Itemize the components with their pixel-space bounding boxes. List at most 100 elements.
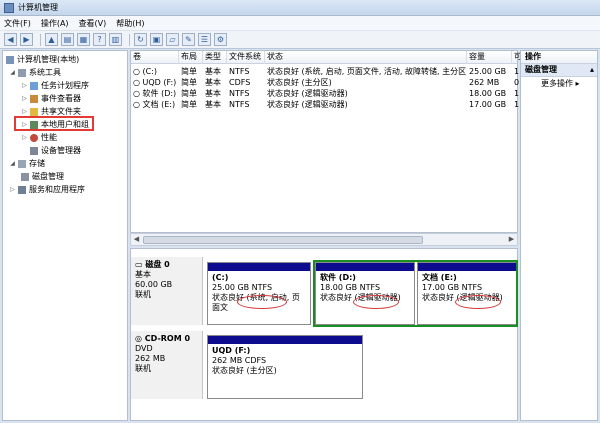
column-free[interactable]: 可	[512, 51, 522, 64]
table-row[interactable]: ○ (C:) 简单 基本 NTFS 状态良好 (系统, 启动, 页面文件, 活动…	[131, 67, 519, 77]
disk0-label[interactable]: ▭ 磁盘 0 基本 60.00 GB 联机	[131, 257, 203, 325]
toolbar-separator	[129, 33, 130, 46]
volume-list: 卷 布局 类型 文件系统 状态 容量 可 ○ (C:) 简单 基本 NTFS 状…	[130, 50, 522, 233]
event-log-icon	[30, 94, 38, 103]
cell-status: 状态良好 (主分区)	[267, 78, 332, 87]
menu-view[interactable]: 查看(V)	[79, 18, 107, 29]
tree-item-system-tools[interactable]: ◢ 系统工具	[9, 67, 61, 78]
menu-action[interactable]: 操作(A)	[41, 18, 69, 29]
tree-item-device-manager[interactable]: 设备管理器	[30, 145, 81, 156]
more-actions-link[interactable]: 更多操作 ▸	[521, 77, 597, 91]
edit-icon[interactable]: ✎	[182, 33, 195, 46]
disk0-state: 联机	[135, 290, 151, 299]
title-bar: 计算机管理	[0, 0, 600, 16]
cell-free: 0	[514, 78, 519, 87]
partition-status: 状态良好 (主分区)	[212, 366, 277, 375]
tree-root[interactable]: 计算机管理(本地)	[6, 54, 79, 65]
cell-type: 基本	[205, 100, 221, 109]
scroll-left-icon[interactable]: ◀	[132, 235, 141, 244]
horizontal-scrollbar[interactable]: ◀ ▶	[130, 233, 518, 246]
scroll-right-icon[interactable]: ▶	[507, 235, 516, 244]
table-row[interactable]: ○ UQD (F:) 简单 基本 CDFS 状态良好 (主分区) 262 MB …	[131, 78, 519, 88]
settings-icon[interactable]: ⚙	[214, 33, 227, 46]
panel-icon[interactable]: ▥	[109, 33, 122, 46]
column-capacity[interactable]: 容量	[467, 51, 512, 64]
collapse-icon[interactable]: ◢	[9, 160, 16, 167]
disk0-size: 60.00 GB	[135, 280, 173, 289]
expand-icon[interactable]: ▷	[21, 82, 28, 89]
cdrom-icon: ◎	[135, 334, 145, 343]
toolbar-separator	[40, 33, 41, 46]
column-layout[interactable]: 布局	[179, 51, 203, 64]
tree-item-services-apps[interactable]: ▷ 服务和应用程序	[9, 184, 85, 195]
selection-highlight	[313, 260, 518, 327]
help-icon[interactable]: ?	[93, 33, 106, 46]
cdrom0-label[interactable]: ◎ CD-ROM 0 DVD 262 MB 联机	[131, 331, 203, 399]
open-folder-icon[interactable]: ▱	[166, 33, 179, 46]
partition-f[interactable]: UQD (F:) 262 MB CDFS 状态良好 (主分区)	[207, 335, 363, 399]
table-row[interactable]: ○ 软件 (D:) 简单 基本 NTFS 状态良好 (逻辑驱动器) 18.00 …	[131, 89, 519, 99]
partition-size: 25.00 GB NTFS	[212, 283, 273, 292]
cell-filesystem: NTFS	[229, 67, 250, 76]
cell-type: 基本	[205, 78, 221, 87]
annotation-oval	[455, 295, 501, 309]
actions-header: 操作	[521, 51, 597, 64]
window-title: 计算机管理	[18, 3, 58, 12]
disk-icon: ▭	[135, 260, 146, 269]
expand-icon[interactable]: ▷	[9, 186, 16, 193]
tree-item-performance[interactable]: ▷ 性能	[21, 132, 57, 143]
cell-free: 1	[514, 67, 519, 76]
actions-pane: 操作 磁盘管理 ▴ 更多操作 ▸	[520, 50, 598, 421]
cell-volume: ○ (C:)	[133, 67, 158, 76]
forward-arrow-icon[interactable]: ▶	[20, 33, 33, 46]
expand-icon[interactable]: ▷	[21, 108, 28, 115]
computer-management-icon	[4, 2, 14, 13]
column-type[interactable]: 类型	[203, 51, 227, 64]
cell-capacity: 17.00 GB	[469, 100, 507, 109]
scroll-thumb[interactable]	[143, 236, 423, 244]
export-icon[interactable]: ▣	[150, 33, 163, 46]
device-manager-icon	[30, 146, 38, 155]
clock-icon	[30, 81, 38, 90]
partition-bar	[208, 336, 362, 344]
disk-layout-panel: ▭ 磁盘 0 基本 60.00 GB 联机 (C:) 25.00 GB NTFS…	[130, 248, 518, 421]
expand-icon[interactable]: ▷	[21, 95, 28, 102]
tree-item-task-scheduler[interactable]: ▷ 任务计划程序	[21, 80, 89, 91]
collapse-up-icon[interactable]: ▴	[590, 64, 594, 76]
table-row[interactable]: ○ 文档 (E:) 简单 基本 NTFS 状态良好 (逻辑驱动器) 17.00 …	[131, 100, 519, 110]
submenu-arrow-icon: ▸	[575, 79, 580, 88]
cell-free: 1	[514, 100, 519, 109]
menu-file[interactable]: 文件(F)	[4, 18, 31, 29]
list-view-icon[interactable]: ☰	[198, 33, 211, 46]
tree-item-event-viewer[interactable]: ▷ 事件查看器	[21, 93, 81, 104]
toolbar: ◀ ▶ ▲ ▤ ▦ ? ▥ ↻ ▣ ▱ ✎ ☰ ⚙	[0, 31, 600, 49]
tree-item-disk-management[interactable]: 磁盘管理	[21, 171, 64, 182]
partition-c[interactable]: (C:) 25.00 GB NTFS 状态良好 (系统, 启动, 页面文	[207, 262, 311, 325]
disk0-kind: 基本	[135, 270, 151, 279]
actions-section-disk-management[interactable]: 磁盘管理 ▴	[521, 64, 597, 77]
cell-volume: ○ 软件 (D:)	[133, 89, 177, 98]
cell-filesystem: CDFS	[229, 78, 251, 87]
column-filesystem[interactable]: 文件系统	[227, 51, 265, 64]
properties-icon[interactable]: ▦	[77, 33, 90, 46]
column-status[interactable]: 状态	[265, 51, 467, 64]
column-volume[interactable]: 卷	[131, 51, 179, 64]
up-folder-icon[interactable]: ▲	[45, 33, 58, 46]
partition-name: (C:)	[212, 273, 229, 282]
cell-layout: 简单	[181, 67, 197, 76]
cell-status: 状态良好 (系统, 启动, 页面文件, 活动, 故障转储, 主分区)	[267, 67, 467, 76]
services-icon	[18, 185, 26, 194]
partition-bar	[208, 263, 310, 271]
collapse-icon[interactable]: ◢	[9, 69, 16, 76]
expand-icon[interactable]: ▷	[21, 134, 28, 141]
volume-list-header: 卷 布局 类型 文件系统 状态 容量 可	[131, 51, 522, 64]
back-arrow-icon[interactable]: ◀	[4, 33, 17, 46]
cell-status: 状态良好 (逻辑驱动器)	[267, 89, 348, 98]
tree-item-storage[interactable]: ◢ 存储	[9, 158, 45, 169]
menu-help[interactable]: 帮助(H)	[116, 18, 144, 29]
refresh-icon[interactable]: ↻	[134, 33, 147, 46]
show-tree-icon[interactable]: ▤	[61, 33, 74, 46]
cell-layout: 简单	[181, 78, 197, 87]
cell-volume: ○ UQD (F:)	[133, 78, 177, 87]
cell-layout: 简单	[181, 89, 197, 98]
